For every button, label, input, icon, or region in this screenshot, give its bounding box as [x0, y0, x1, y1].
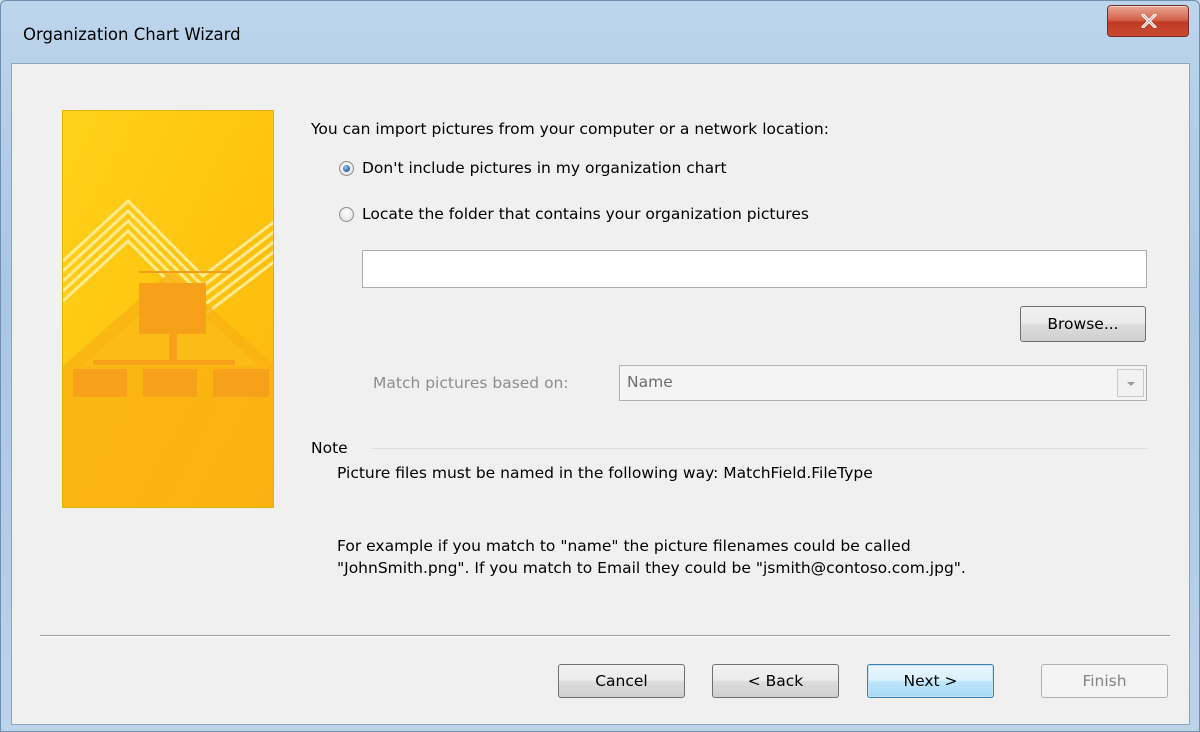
note-divider [371, 448, 1147, 449]
cancel-button[interactable]: Cancel [558, 664, 685, 698]
folder-path-input[interactable] [362, 250, 1147, 288]
footer-separator [40, 635, 1170, 637]
locate-folder-label[interactable]: Locate the folder that contains your org… [362, 205, 809, 223]
wizard-client-area: You can import pictures from your comput… [11, 63, 1190, 725]
next-button[interactable]: Next > [867, 664, 994, 698]
close-button[interactable] [1107, 5, 1189, 37]
browse-button[interactable]: Browse... [1020, 306, 1146, 342]
option-no-pictures[interactable]: Don't include pictures in my organizatio… [339, 159, 727, 177]
wizard-window: Organization Chart Wizard You can import… [0, 0, 1200, 732]
close-icon [1141, 14, 1157, 28]
title-bar[interactable]: Organization Chart Wizard [1, 1, 1199, 63]
match-pictures-value: Name [627, 373, 673, 391]
locate-folder-radio[interactable] [339, 206, 354, 222]
dropdown-arrow-button[interactable] [1117, 369, 1144, 397]
intro-text: You can import pictures from your comput… [311, 120, 829, 138]
org-chart-banner-image [62, 110, 274, 508]
back-button[interactable]: < Back [712, 664, 839, 698]
note-example: For example if you match to "name" the p… [337, 535, 966, 579]
match-pictures-label: Match pictures based on: [373, 374, 569, 392]
no-pictures-label[interactable]: Don't include pictures in my organizatio… [362, 159, 727, 177]
match-pictures-dropdown[interactable]: Name [619, 365, 1147, 401]
no-pictures-radio[interactable] [339, 160, 354, 176]
note-heading: Note [311, 439, 348, 457]
option-locate-folder[interactable]: Locate the folder that contains your org… [339, 205, 809, 223]
window-title: Organization Chart Wizard [23, 25, 241, 44]
finish-button: Finish [1041, 664, 1168, 698]
chevron-down-icon [1127, 382, 1135, 386]
note-example-line-2: "JohnSmith.png". If you match to Email t… [337, 559, 966, 577]
note-example-line-1: For example if you match to "name" the p… [337, 537, 911, 555]
note-text: Picture files must be named in the follo… [337, 464, 873, 482]
